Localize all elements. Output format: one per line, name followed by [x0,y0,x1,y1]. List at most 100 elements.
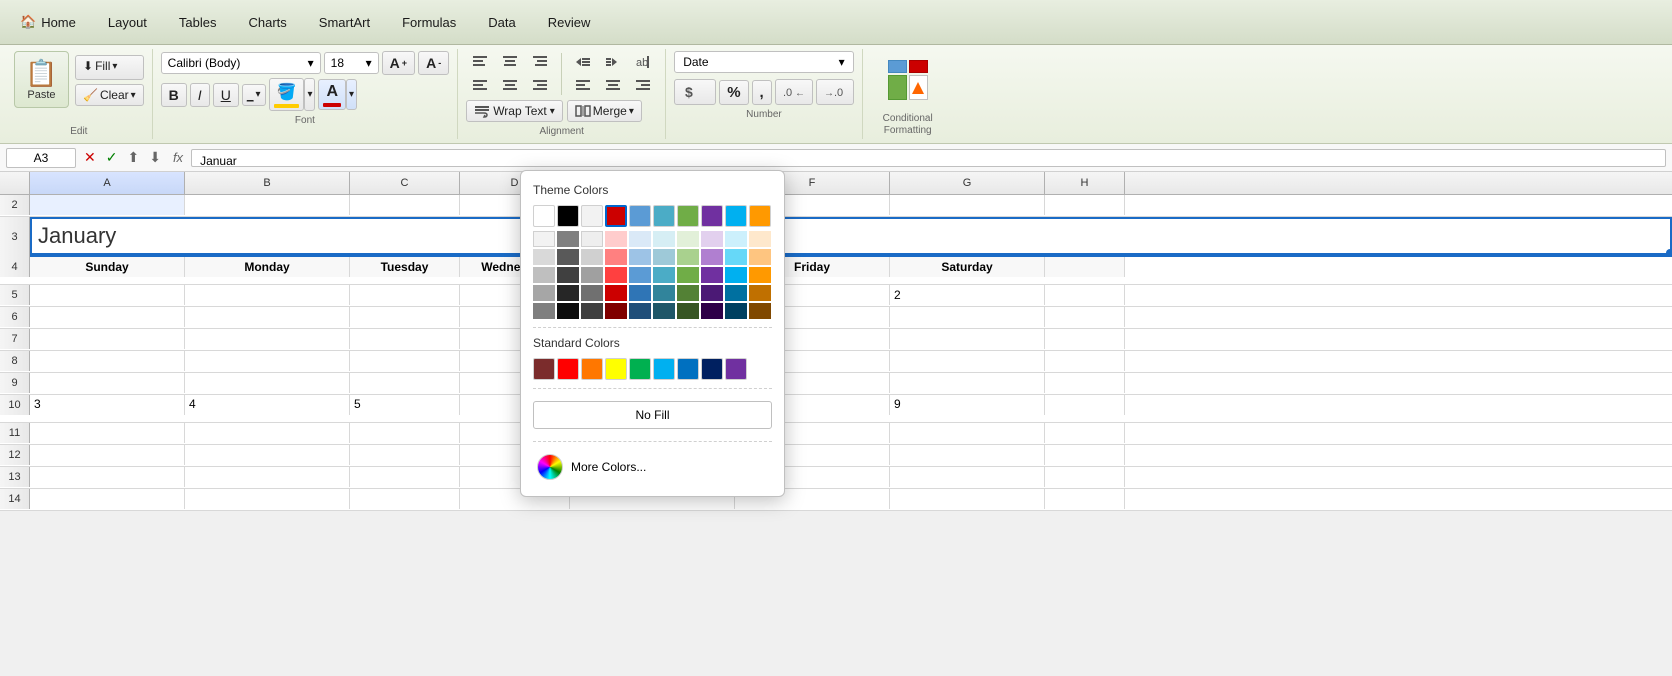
row-header-5[interactable]: 5 [0,285,30,305]
shade-3-1[interactable] [581,231,603,247]
wrap-text-button[interactable]: Wrap Text ▾ [466,100,563,122]
menu-review[interactable]: Review [532,9,607,36]
cell-g2[interactable] [890,195,1045,215]
cell-b7[interactable] [185,329,350,349]
menu-tables[interactable]: Tables [163,9,233,36]
shade-8-3[interactable] [701,267,723,283]
cell-stepper-up[interactable]: ⬆ [123,147,143,168]
cell-h11[interactable] [1045,423,1125,443]
shade-6-5[interactable] [653,303,675,319]
grid-scroll[interactable]: A B C D E F G H 2 3 January [0,172,1672,511]
shade-1-4[interactable] [533,285,555,301]
shade-5-4[interactable] [629,285,651,301]
col-header-b[interactable]: B [185,172,350,194]
cell-h6[interactable] [1045,307,1125,327]
shade-9-5[interactable] [725,303,747,319]
menu-charts[interactable]: Charts [233,9,303,36]
row-header-8[interactable]: 8 [0,351,30,371]
shade-6-4[interactable] [653,285,675,301]
cell-g13[interactable] [890,467,1045,487]
cell-g6[interactable] [890,307,1045,327]
cell-h10[interactable] [1045,395,1125,415]
color-white[interactable] [533,205,555,227]
font-color-button[interactable]: A ▾ [318,79,357,110]
cell-c11[interactable] [350,423,460,443]
shade-6-1[interactable] [653,231,675,247]
cell-h8[interactable] [1045,351,1125,371]
shade-1-3[interactable] [533,267,555,283]
shade-2-5[interactable] [557,303,579,319]
cell-a8[interactable] [30,351,185,371]
shade-8-4[interactable] [701,285,723,301]
shade-7-3[interactable] [677,267,699,283]
std-color-darkred[interactable] [533,358,555,380]
shade-9-3[interactable] [725,267,747,283]
font-grow-button[interactable]: A+ [382,51,415,75]
std-color-orange[interactable] [581,358,603,380]
font-size-selector[interactable]: 18 ▾ [324,52,379,74]
cell-b6[interactable] [185,307,350,327]
no-fill-button[interactable]: No Fill [533,401,772,429]
shade-2-3[interactable] [557,267,579,283]
shade-10-2[interactable] [749,249,771,265]
highlight-color-button[interactable]: 🪣 ▾ [269,78,316,111]
align-top-left-button[interactable] [466,51,494,73]
col-header-g[interactable]: G [890,172,1045,194]
cell-g5[interactable]: 2 [890,285,1045,305]
cell-h13[interactable] [1045,467,1125,487]
indent-increase-button[interactable] [599,51,627,73]
shade-1-2[interactable] [533,249,555,265]
cell-h2[interactable] [1045,195,1125,215]
cell-h5[interactable] [1045,285,1125,305]
color-red-selected[interactable] [605,205,627,227]
color-teal[interactable] [653,205,675,227]
more-colors-button[interactable]: More Colors... [533,450,772,484]
cell-a13[interactable] [30,467,185,487]
std-color-lightblue[interactable] [653,358,675,380]
row-header-11[interactable]: 11 [0,423,30,443]
cell-c12[interactable] [350,445,460,465]
cell-c14[interactable] [350,489,460,509]
shade-7-4[interactable] [677,285,699,301]
color-green1[interactable] [677,205,699,227]
fill-button[interactable]: ⬇ Fill ▾ [75,55,144,80]
cell-b2[interactable] [185,195,350,215]
right-align-text-button[interactable] [629,75,657,97]
shade-1-1[interactable] [533,231,555,247]
row-header-13[interactable]: 13 [0,467,30,487]
shade-4-4[interactable] [605,285,627,301]
underline-style-button[interactable]: _ ▾ [242,84,266,106]
std-color-blue[interactable] [677,358,699,380]
cell-b10[interactable]: 4 [185,395,350,415]
bold-button[interactable]: B [161,83,187,107]
number-format-dropdown[interactable]: Date ▾ [674,51,854,73]
cell-g14[interactable] [890,489,1045,509]
indent-decrease-button[interactable] [569,51,597,73]
resize-handle[interactable] [1666,249,1672,257]
cell-a9[interactable] [30,373,185,393]
align-bottom-center-button[interactable] [496,75,524,97]
cell-h4[interactable] [1045,257,1125,277]
cell-reference[interactable]: A3 [6,148,76,168]
cell-b11[interactable] [185,423,350,443]
text-direction-button[interactable]: ab [629,51,657,73]
shade-3-3[interactable] [581,267,603,283]
cell-c7[interactable] [350,329,460,349]
color-orange[interactable] [749,205,771,227]
shade-8-1[interactable] [701,231,723,247]
percent-button[interactable]: % [719,80,748,105]
cell-c8[interactable] [350,351,460,371]
shade-3-4[interactable] [581,285,603,301]
underline-button[interactable]: U [213,83,239,107]
cell-c9[interactable] [350,373,460,393]
shade-10-3[interactable] [749,267,771,283]
cell-b12[interactable] [185,445,350,465]
shade-4-3[interactable] [605,267,627,283]
color-cyan[interactable] [725,205,747,227]
decrease-decimal-button[interactable]: .0 ← [775,79,813,105]
col-header-h[interactable]: H [1045,172,1125,194]
cell-c10[interactable]: 5 [350,395,460,415]
shade-9-1[interactable] [725,231,747,247]
align-top-right-button[interactable] [526,51,554,73]
comma-button[interactable]: , [752,80,772,105]
